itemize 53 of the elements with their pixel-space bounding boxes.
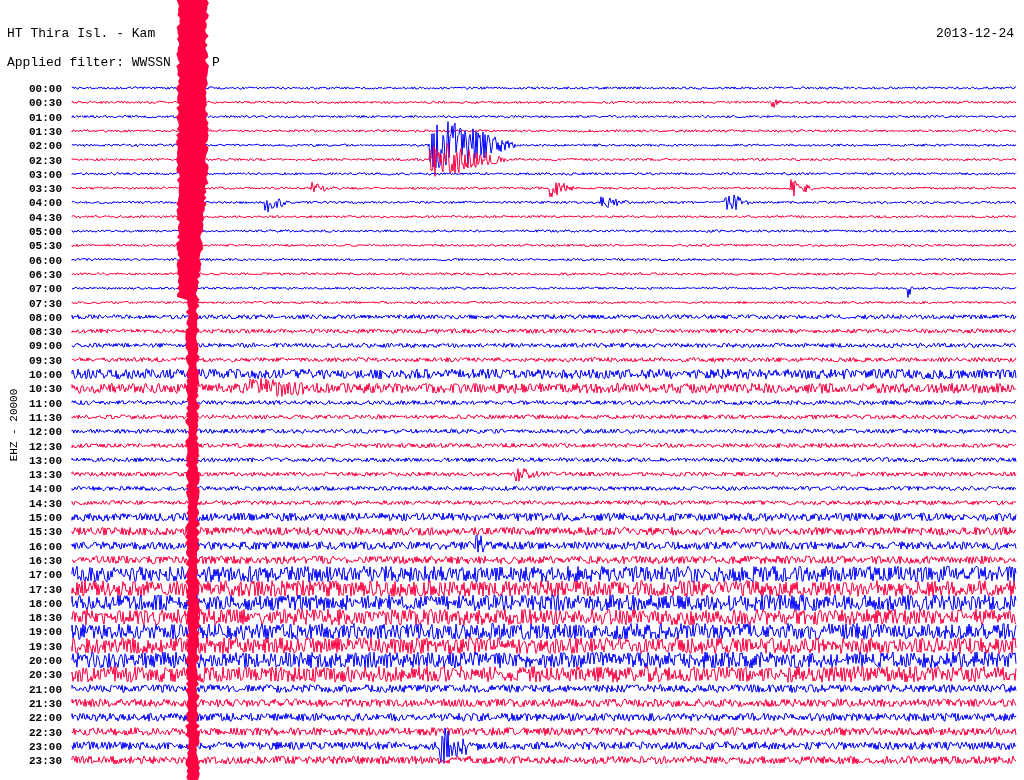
time-label: 18:30	[29, 612, 62, 625]
time-label: 20:00	[29, 655, 62, 667]
time-label: 05:00	[29, 226, 62, 238]
time-label: 04:00	[29, 197, 62, 210]
time-label: 02:30	[29, 154, 62, 167]
time-label: 23:00	[29, 740, 62, 753]
date-label: 2013-12-24	[936, 26, 1014, 41]
time-label: 08:00	[29, 311, 62, 324]
time-label: 20:30	[29, 669, 62, 682]
time-label: 19:30	[29, 640, 62, 653]
filter-label: Applied filter: WWSSN	[7, 55, 171, 70]
time-label: 10:30	[29, 383, 62, 396]
time-label: 01:30	[29, 125, 62, 138]
time-label: 18:00	[29, 597, 62, 610]
time-label: 14:00	[29, 483, 62, 496]
time-label: 09:30	[29, 354, 62, 367]
time-label: 22:30	[29, 726, 62, 739]
time-label: 16:00	[29, 540, 62, 553]
time-label: 02:00	[29, 140, 62, 153]
time-label: 03:30	[29, 183, 62, 196]
time-label: 10:00	[29, 369, 62, 381]
time-label: 08:30	[29, 326, 62, 339]
time-label: 14:30	[29, 497, 62, 510]
time-label: 06:00	[29, 254, 62, 267]
time-label: 11:00	[29, 397, 62, 410]
axis-label: EHZ - 20000	[8, 388, 20, 462]
time-label: 11:30	[29, 411, 62, 424]
time-label: 15:00	[29, 512, 62, 524]
station-title: HT Thira Isl. - Kam	[7, 26, 156, 41]
time-label: 17:30	[29, 583, 62, 596]
time-label: 19:00	[29, 626, 62, 639]
time-label: 22:00	[29, 712, 62, 725]
time-label: 21:30	[29, 697, 62, 710]
time-label: 04:30	[29, 211, 62, 224]
time-label: 21:00	[29, 683, 62, 696]
time-label: 12:00	[29, 426, 62, 439]
time-label: 07:30	[29, 297, 62, 310]
time-label: 06:30	[29, 268, 62, 281]
time-label: 07:00	[29, 283, 62, 296]
time-label: 03:00	[29, 168, 62, 181]
time-label: 17:00	[29, 569, 62, 582]
time-label: 12:30	[29, 440, 62, 453]
time-label: 16:30	[29, 554, 62, 567]
time-label: 05:30	[29, 240, 62, 253]
time-label: 01:00	[29, 111, 62, 124]
time-label: 09:00	[29, 340, 62, 353]
time-label: 23:30	[29, 755, 62, 768]
time-label: 13:00	[29, 454, 62, 467]
filter-label-tail: P	[212, 55, 220, 70]
time-label: 00:30	[29, 97, 62, 110]
time-label: 00:00	[29, 83, 62, 95]
time-label: 15:30	[29, 526, 62, 539]
time-label: 13:30	[29, 469, 62, 482]
